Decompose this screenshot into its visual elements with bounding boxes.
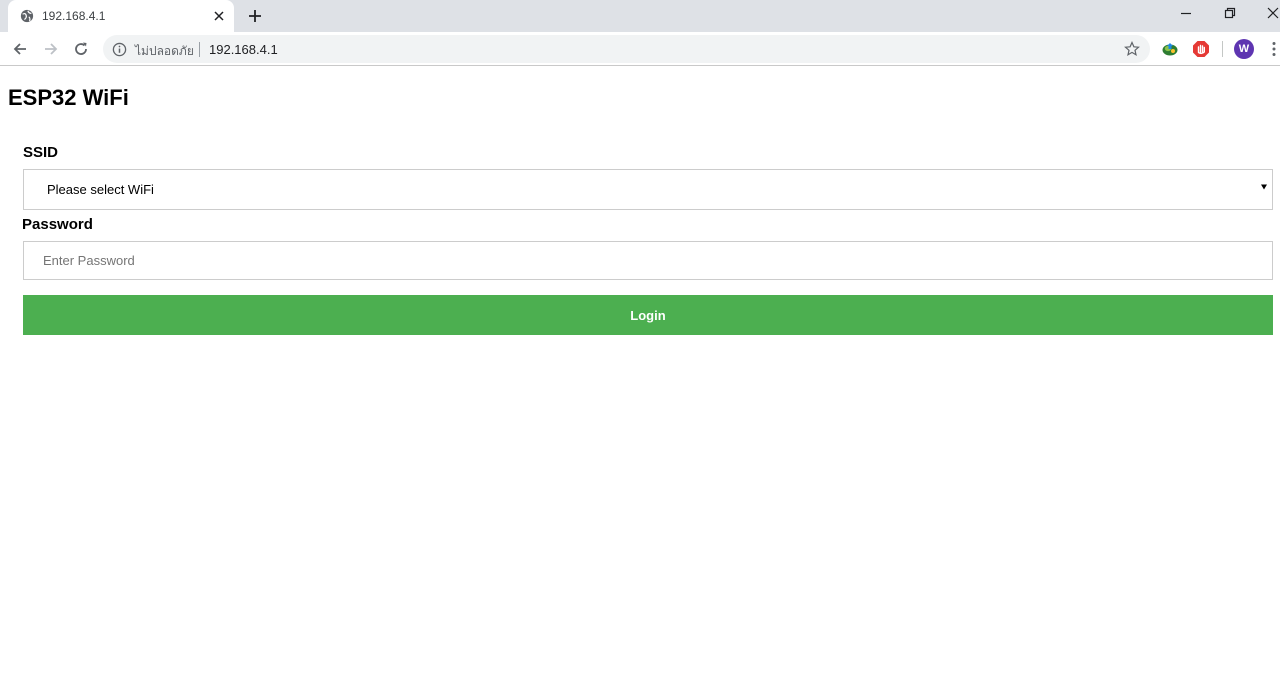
restore-icon[interactable] xyxy=(1223,6,1237,20)
close-window-icon[interactable] xyxy=(1266,6,1280,20)
ssid-label: SSID xyxy=(23,144,59,161)
close-icon[interactable] xyxy=(212,9,226,23)
reload-icon[interactable] xyxy=(72,40,90,58)
tab-title: 192.168.4.1 xyxy=(42,9,106,23)
idm-extension-icon[interactable] xyxy=(1161,40,1179,58)
browser-toolbar: ไม่ปลอดภัย 192.168.4.1 W xyxy=(0,32,1280,66)
forward-arrow-icon[interactable] xyxy=(42,40,60,58)
security-status-label[interactable]: ไม่ปลอดภัย xyxy=(135,42,194,61)
toolbar-separator xyxy=(1222,41,1223,57)
info-icon[interactable] xyxy=(112,42,127,57)
adblock-extension-icon[interactable] xyxy=(1192,40,1210,58)
minimize-icon[interactable] xyxy=(1179,6,1193,20)
page-content: ESP32 WiFi SSID Please select WiFi Passw… xyxy=(0,67,1280,682)
address-divider xyxy=(199,42,200,57)
back-arrow-icon[interactable] xyxy=(11,40,29,58)
login-button[interactable]: Login xyxy=(23,295,1273,335)
page-title: ESP32 WiFi xyxy=(8,85,129,110)
password-label: Password xyxy=(22,216,93,233)
globe-icon xyxy=(20,9,34,23)
ssid-select[interactable]: Please select WiFi xyxy=(23,169,1273,210)
kebab-menu-icon[interactable] xyxy=(1266,40,1280,58)
browser-tab[interactable]: 192.168.4.1 xyxy=(8,0,234,32)
star-icon[interactable] xyxy=(1124,41,1140,57)
password-field[interactable] xyxy=(23,241,1273,280)
profile-avatar[interactable]: W xyxy=(1234,39,1254,59)
dropdown-arrow-icon xyxy=(1261,184,1267,190)
plus-icon[interactable] xyxy=(246,7,264,25)
tab-strip: 192.168.4.1 xyxy=(0,0,1280,32)
ssid-selected-value: Please select WiFi xyxy=(47,182,154,197)
url-text[interactable]: 192.168.4.1 xyxy=(209,42,278,57)
address-bar[interactable]: ไม่ปลอดภัย 192.168.4.1 xyxy=(103,35,1150,63)
